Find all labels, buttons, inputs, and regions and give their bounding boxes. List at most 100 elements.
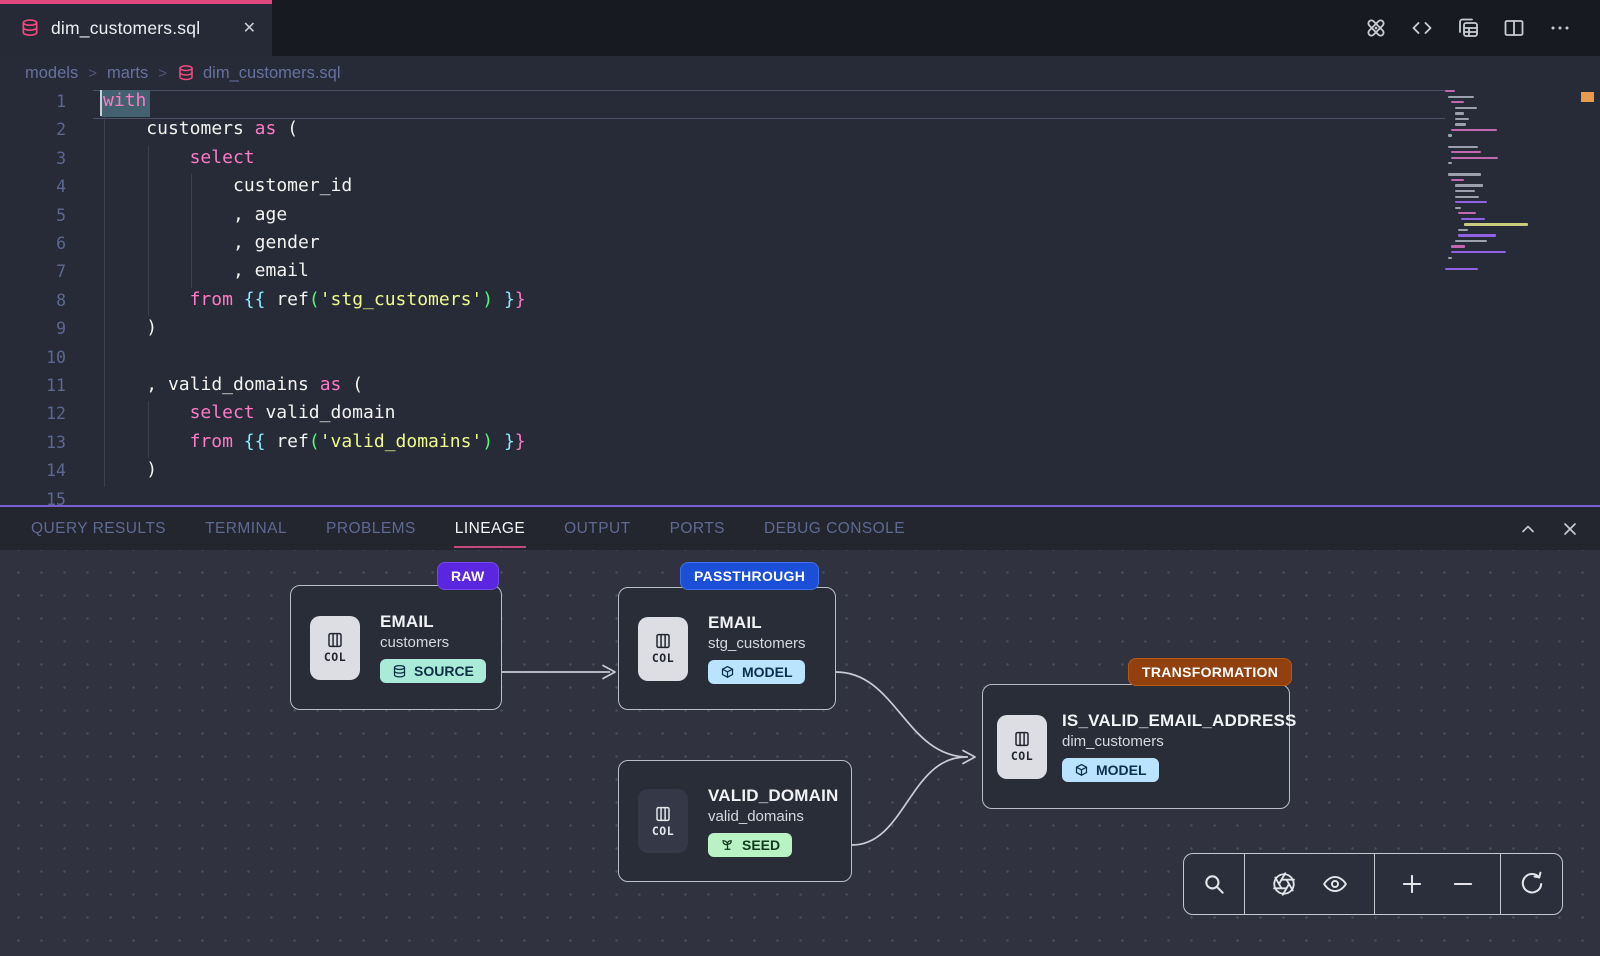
line-number: 12 <box>0 404 66 423</box>
node-model-name: customers <box>380 634 486 651</box>
code-line[interactable]: 2customers as ( <box>0 117 1600 145</box>
aperture-button[interactable] <box>1271 871 1297 897</box>
line-number: 13 <box>0 433 66 452</box>
breadcrumb-separator: > <box>158 65 167 82</box>
cube-icon <box>1074 763 1089 778</box>
breadcrumb: models>marts>dim_customers.sql <box>0 56 1600 90</box>
node-column-name: EMAIL <box>708 613 806 633</box>
code-line-text: customers as ( <box>103 118 298 139</box>
line-number: 15 <box>0 490 66 505</box>
code-line-text: ) <box>103 317 157 338</box>
resource-pill-model: MODEL <box>1062 758 1159 782</box>
code-line-text: select <box>103 147 255 168</box>
code-line[interactable]: 14) <box>0 458 1600 486</box>
code-line-text: from {{ ref('valid_domains') }} <box>103 431 526 452</box>
line-number: 5 <box>0 206 66 225</box>
node-column-name: EMAIL <box>380 612 486 632</box>
database-icon <box>177 64 195 82</box>
node-info: EMAIL customers SOURCE <box>380 612 486 683</box>
line-number: 9 <box>0 319 66 338</box>
refresh-button[interactable] <box>1519 871 1545 897</box>
lineage-node-stg_customers[interactable]: COLEMAILstg_customersMODEL <box>618 587 836 710</box>
close-icon[interactable] <box>1560 519 1580 539</box>
panel-tab-terminal[interactable]: TERMINAL <box>204 509 288 548</box>
code-line[interactable]: 1with <box>0 90 1600 117</box>
minimap[interactable] <box>1445 90 1553 320</box>
code-line[interactable]: 9) <box>0 316 1600 344</box>
code-line[interactable]: 5, age <box>0 203 1600 231</box>
code-line[interactable]: 12select valid_domain <box>0 401 1600 429</box>
code-line-text: with <box>103 90 146 111</box>
panel-actions <box>1518 519 1580 539</box>
columns-icon <box>654 805 672 823</box>
code-editor[interactable]: 1with2customers as ( 3 select 4 customer_id 5… <box>0 90 1600 505</box>
line-number: 14 <box>0 461 66 480</box>
chevron-up-icon[interactable] <box>1518 519 1538 539</box>
lineage-canvas[interactable]: COL EMAIL customers SOURCE RAW COL EMAIL stg_cu… <box>0 550 1600 956</box>
code-line-text: customer_id <box>103 175 352 196</box>
tab-dim-customers-sql[interactable]: dim_customers.sql ✕ <box>0 0 272 56</box>
lineage-node-dim_customers[interactable]: COLIS_VALID_EMAIL_ADDRESSdim_customersMO… <box>982 684 1290 809</box>
tab-title: dim_customers.sql <box>51 18 200 39</box>
lineage-toolbar <box>1183 853 1563 915</box>
line-number: 7 <box>0 262 66 281</box>
code-line[interactable]: 15 <box>0 487 1600 505</box>
code-line[interactable]: 11, valid_domains as ( <box>0 373 1600 401</box>
code-line-text: ) <box>103 459 157 480</box>
code-line[interactable]: 7, email <box>0 259 1600 287</box>
toolbar-group <box>1244 854 1374 914</box>
node-model-name: dim_customers <box>1062 733 1297 750</box>
more-icon[interactable] <box>1548 16 1572 40</box>
split-editor-icon[interactable] <box>1502 16 1526 40</box>
code-line-text: , gender <box>103 232 320 253</box>
toolbar-group <box>1374 854 1500 914</box>
editor-tab-bar: dim_customers.sql ✕ <box>0 0 1600 56</box>
search-button[interactable] <box>1201 871 1227 897</box>
code-line[interactable]: 10 <box>0 345 1600 373</box>
panel-tab-debug-console[interactable]: DEBUG CONSOLE <box>763 509 906 548</box>
code-line[interactable]: 4 customer_id <box>0 174 1600 202</box>
eye-button[interactable] <box>1322 871 1348 897</box>
code-line[interactable]: 8from {{ ref('stg_customers') }} <box>0 288 1600 316</box>
copy-table-icon[interactable] <box>1456 16 1480 40</box>
panel-tab-query-results[interactable]: QUERY RESULTS <box>30 509 167 548</box>
code-icon[interactable] <box>1410 16 1434 40</box>
columns-icon <box>1013 730 1031 748</box>
line-number: 8 <box>0 291 66 310</box>
lineage-node-valid_domains[interactable]: COL VALID_DOMAINvalid_domainsSEED <box>618 760 852 882</box>
column-chip: COL <box>638 789 688 853</box>
node-model-name: stg_customers <box>708 635 806 652</box>
code-line[interactable]: 3 select <box>0 146 1600 174</box>
cube-icon <box>720 665 735 680</box>
database-icon <box>20 18 40 38</box>
column-chip: COL <box>997 715 1047 779</box>
zoom-in-button[interactable] <box>1399 871 1425 897</box>
code-line[interactable]: 13 from {{ ref('valid_domains') }} <box>0 430 1600 458</box>
lineage-node-customers[interactable]: COL EMAIL customers SOURCE <box>290 585 502 710</box>
node-info: IS_VALID_EMAIL_ADDRESS dim_customers MODEL <box>1062 711 1297 782</box>
tab-close-icon[interactable]: ✕ <box>243 18 256 38</box>
line-number: 3 <box>0 149 66 168</box>
lineage-badge-raw: RAW <box>437 562 499 590</box>
column-chip: COL <box>310 616 360 680</box>
node-info: VALID_DOMAINvalid_domainsSEED <box>708 786 839 857</box>
columns-icon <box>654 632 672 650</box>
panel-tab-problems[interactable]: PROBLEMS <box>325 509 417 548</box>
toolbar-group <box>1500 854 1562 914</box>
panel-tab-lineage[interactable]: LINEAGE <box>454 509 526 548</box>
breadcrumb-item-marts[interactable]: marts <box>107 64 148 83</box>
line-number: 4 <box>0 177 66 196</box>
zoom-out-button[interactable] <box>1450 871 1476 897</box>
panel-tab-output[interactable]: OUTPUT <box>563 509 631 548</box>
node-column-name: IS_VALID_EMAIL_ADDRESS <box>1062 711 1297 731</box>
breadcrumb-item-dim_customers-sql[interactable]: dim_customers.sql <box>177 64 341 83</box>
resource-pill-source: SOURCE <box>380 659 486 683</box>
breadcrumb-item-models[interactable]: models <box>25 64 78 83</box>
seedling-icon <box>720 837 735 852</box>
code-line[interactable]: 6, gender <box>0 231 1600 259</box>
lineage-badge-transformation: TRANSFORMATION <box>1128 658 1292 686</box>
overview-ruler-marker <box>1581 92 1594 102</box>
dbt-icon[interactable] <box>1364 16 1388 40</box>
panel-tab-ports[interactable]: PORTS <box>669 509 726 548</box>
ide-window: dim_customers.sql ✕ models>marts>dim_cus… <box>0 0 1600 956</box>
